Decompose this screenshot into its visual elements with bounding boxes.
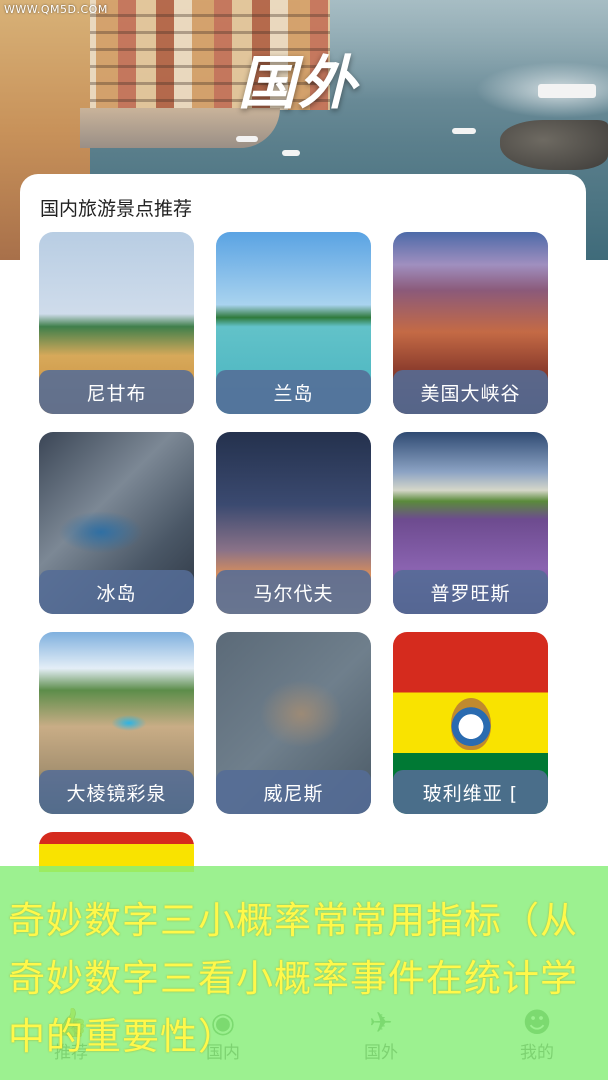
- destination-label: 威尼斯: [216, 770, 371, 814]
- destination-card[interactable]: 马尔代夫: [216, 432, 371, 614]
- hero-title: 国外: [238, 49, 359, 117]
- hero-boat: [538, 84, 596, 98]
- destination-label: 普罗旺斯: [393, 570, 548, 614]
- destination-label: 大棱镜彩泉: [39, 770, 194, 814]
- destination-card[interactable]: 冰岛: [39, 432, 194, 614]
- destination-card[interactable]: 尼甘布: [39, 232, 194, 414]
- destination-label: 兰岛: [216, 370, 371, 414]
- caption-text: 奇妙数字三小概率常常用指标（从奇妙数字三看小概率事件在统计学中的重要性）: [8, 899, 578, 1058]
- destination-card[interactable]: 大棱镜彩泉: [39, 632, 194, 814]
- hero-boat: [236, 136, 258, 142]
- hero-boat: [282, 150, 300, 156]
- destination-label: 马尔代夫: [216, 570, 371, 614]
- caption-overlay: 奇妙数字三小概率常常用指标（从奇妙数字三看小概率事件在统计学中的重要性）: [0, 866, 608, 1080]
- destination-card[interactable]: 美国大峡谷: [393, 232, 548, 414]
- destination-card[interactable]: 玻利维亚 [: [393, 632, 548, 814]
- hero-boat: [452, 128, 476, 134]
- destination-card[interactable]: 兰岛: [216, 232, 371, 414]
- coat-of-arms-icon: [450, 698, 491, 750]
- destination-label: 尼甘布: [39, 370, 194, 414]
- section-title: 国内旅游景点推荐: [40, 198, 193, 220]
- destination-card[interactable]: 普罗旺斯: [393, 432, 548, 614]
- destination-label: 玻利维亚 [: [393, 770, 548, 814]
- watermark: WWW.QM5D.COM: [4, 3, 108, 16]
- destination-label: 冰岛: [39, 570, 194, 614]
- hero-rocks: [500, 120, 608, 170]
- destination-label: 美国大峡谷: [393, 370, 548, 414]
- destination-card[interactable]: 威尼斯: [216, 632, 371, 814]
